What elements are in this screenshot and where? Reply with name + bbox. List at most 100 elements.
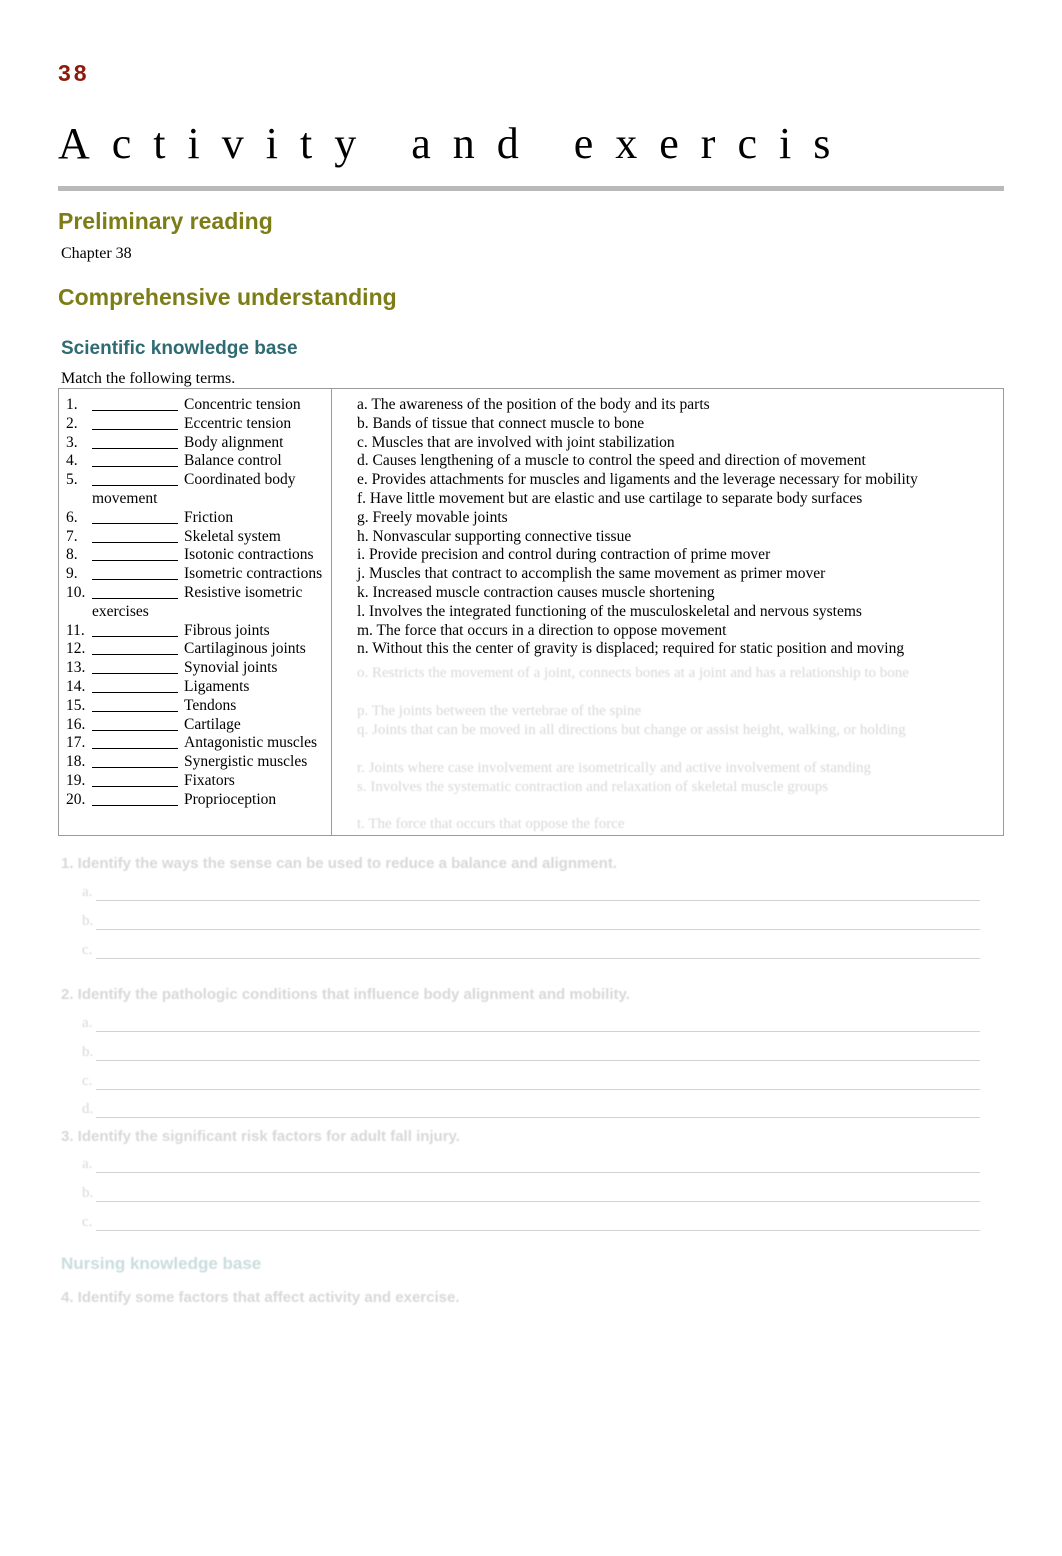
answer-rule	[96, 929, 980, 930]
term-label: Fixators	[184, 771, 235, 789]
term-number: 9.	[66, 565, 78, 583]
faded-definition: s. Involves the systematic contraction a…	[357, 779, 829, 795]
answer-blank[interactable]	[92, 772, 178, 787]
answer-blank[interactable]	[92, 415, 178, 430]
faded-definition: o. Restricts the movement of a joint, co…	[357, 665, 909, 681]
term-label-continuation: movement	[92, 489, 158, 507]
faded-answer-label: b.	[82, 1044, 94, 1060]
term-number: 13.	[66, 659, 86, 677]
term-label: Cartilage	[184, 715, 241, 733]
match-instruction: Match the following terms.	[61, 370, 236, 387]
answer-rule	[96, 1230, 980, 1231]
term-number: 7.	[66, 527, 78, 545]
list-item: 7. Skeletal system	[66, 528, 328, 547]
term-number: 12.	[66, 640, 86, 658]
faded-question: 1. Identify the ways the sense can be us…	[61, 855, 618, 872]
answer-rule	[96, 1172, 980, 1173]
list-item: l. Involves the integrated functioning o…	[357, 602, 862, 620]
page-title: Activity and exercis	[58, 119, 853, 168]
faded-definition: t. The force that occurs that oppose the…	[357, 816, 625, 832]
term-label: Synovial joints	[184, 659, 278, 677]
answer-rule	[96, 1201, 980, 1202]
answer-blank[interactable]	[92, 565, 178, 581]
answer-blank[interactable]	[92, 396, 178, 411]
answer-blank[interactable]	[92, 509, 178, 524]
term-label: Antagonistic muscles	[184, 734, 318, 752]
term-number: 10.	[66, 583, 86, 601]
term-label: Ligaments	[184, 677, 250, 695]
answer-blank[interactable]	[92, 452, 178, 468]
answer-blank[interactable]	[92, 753, 178, 769]
faded-answer-label: b.	[82, 1185, 94, 1201]
list-item: k. Increased muscle contraction causes m…	[357, 583, 715, 601]
answer-blank[interactable]	[92, 678, 178, 693]
answer-blank[interactable]	[92, 697, 178, 712]
faded-answer-label: c.	[82, 1214, 93, 1230]
list-item: j. Muscles that contract to accomplish t…	[357, 565, 826, 583]
list-item: c. Muscles that are involved with joint …	[357, 433, 675, 451]
list-item: 11. Fibrous joints	[66, 622, 328, 641]
matching-terms-column: 1. Concentric tension 2. Eccentric tension…	[66, 396, 328, 810]
answer-blank[interactable]	[92, 734, 178, 750]
list-item: 17. Antagonistic muscles	[66, 734, 328, 753]
term-number: 4.	[66, 452, 78, 470]
answer-blank[interactable]	[92, 640, 178, 656]
answer-blank[interactable]	[92, 791, 178, 806]
list-item: 14. Ligaments	[66, 678, 328, 697]
faded-answer-label: a.	[82, 884, 93, 900]
list-item: i. Provide precision and control during …	[357, 546, 771, 564]
answer-blank[interactable]	[92, 716, 178, 731]
answer-blank[interactable]	[92, 622, 178, 637]
term-label: Eccentric tension	[184, 414, 292, 432]
term-label: Synergistic muscles	[184, 753, 308, 771]
document-page: 38 Activity and exercis Preliminary read…	[0, 0, 1062, 1556]
heading-preliminary-reading: Preliminary reading	[58, 208, 273, 234]
term-label: Body alignment	[184, 433, 284, 451]
list-item: 16. Cartilage	[66, 716, 328, 735]
term-number: 20.	[66, 790, 86, 808]
answer-blank[interactable]	[92, 471, 178, 487]
answer-blank[interactable]	[92, 546, 178, 562]
list-item: 2. Eccentric tension	[66, 415, 328, 434]
term-number: 15.	[66, 696, 86, 714]
list-item: f. Have little movement but are elastic …	[357, 489, 863, 507]
list-item: e. Provides attachments for muscles and …	[357, 471, 918, 489]
term-number: 18.	[66, 753, 86, 771]
term-label: Proprioception	[184, 790, 277, 808]
list-item: 4. Balance control	[66, 452, 328, 471]
list-item: 5. Coordinated body	[66, 471, 328, 490]
term-number: 11.	[66, 621, 85, 639]
list-item: a. The awareness of the position of the …	[357, 396, 710, 413]
faded-answer-label: a.	[82, 1156, 93, 1172]
answer-rule	[96, 1117, 980, 1118]
list-item: h. Nonvascular supporting connective tis…	[357, 527, 632, 545]
list-item: 1. Concentric tension	[66, 396, 328, 415]
term-number: 6.	[66, 508, 78, 526]
list-item: 6. Friction	[66, 509, 328, 528]
term-label: Cartilaginous joints	[184, 640, 306, 658]
list-item: b. Bands of tissue that connect muscle t…	[357, 414, 645, 432]
faded-definition: r. Joints where case involvement are iso…	[357, 760, 872, 776]
faded-answer-label: a.	[82, 1015, 93, 1031]
list-item: g. Freely movable joints	[357, 508, 508, 526]
list-item: 3. Body alignment	[66, 434, 328, 453]
faded-question: 3. Identify the significant risk factors…	[61, 1128, 460, 1145]
list-item: n. Without this the center of gravity is…	[357, 640, 905, 658]
faded-heading-nursing-knowledge-base: Nursing knowledge base	[61, 1254, 262, 1273]
faded-definition: p. The joints between the vertebrae of t…	[357, 703, 642, 719]
list-item: 19. Fixators	[66, 772, 328, 791]
list-item: 13. Synovial joints	[66, 659, 328, 678]
answer-blank[interactable]	[92, 584, 178, 599]
faded-answer-label: b.	[82, 913, 94, 929]
answer-blank[interactable]	[92, 528, 178, 543]
answer-blank[interactable]	[92, 659, 178, 675]
term-number: 17.	[66, 734, 86, 752]
title-divider	[58, 186, 1004, 191]
term-label: Coordinated body	[184, 471, 296, 489]
answer-rule	[96, 1089, 980, 1090]
term-number: 2.	[66, 414, 78, 432]
answer-blank[interactable]	[92, 434, 178, 449]
list-item: 12. Cartilaginous joints	[66, 640, 328, 659]
faded-question: 2. Identify the pathologic conditions th…	[61, 986, 630, 1003]
term-label: Balance control	[184, 452, 282, 470]
